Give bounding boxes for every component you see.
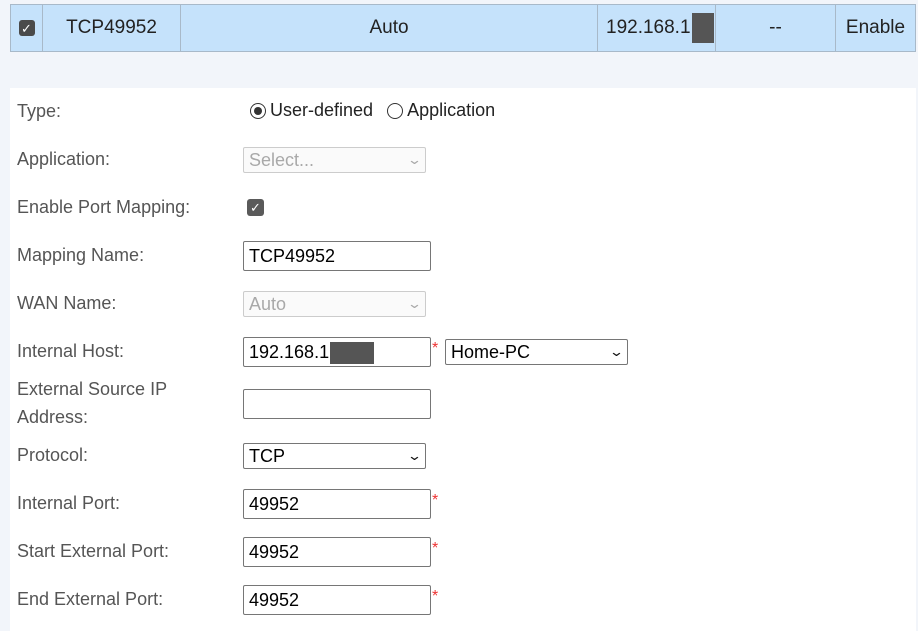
internal-host-input[interactable]: 192.168.1 (243, 337, 431, 367)
row-status: Enable (845, 17, 906, 38)
type-user-defined-radio[interactable] (250, 102, 266, 119)
protocol-label: Protocol: (17, 445, 89, 465)
check-icon: ✓ (250, 199, 261, 215)
chevron-down-icon: ⌄ (406, 448, 423, 463)
row-select-checkbox[interactable]: ✓ (18, 20, 35, 36)
required-mark: * (432, 492, 439, 509)
type-label: Type: (17, 101, 62, 121)
mapping-name-label: Mapping Name: (17, 245, 145, 265)
end-external-port-input[interactable]: 49952 (243, 585, 431, 615)
start-external-port-label: Start External Port: (17, 541, 170, 561)
application-label: Application: (17, 149, 111, 169)
type-radio-group: User-defined Application (250, 100, 509, 121)
required-mark: * (432, 540, 439, 557)
redacted-block (691, 13, 714, 43)
type-application-radio[interactable] (387, 102, 404, 119)
type-application-label[interactable]: Application (407, 100, 495, 121)
internal-port-label: Internal Port: (17, 493, 121, 513)
external-source-ip-label: External Source IP Address: (17, 379, 168, 427)
chevron-down-icon: ⌄ (608, 344, 625, 359)
internal-port-input[interactable]: 49952 (243, 489, 431, 519)
end-external-port-label: End External Port: (17, 589, 164, 609)
wan-name-label: WAN Name: (17, 293, 117, 313)
mapping-name-input[interactable]: TCP49952 (243, 241, 431, 271)
row-select-cell[interactable]: ✓ (11, 5, 43, 51)
required-mark: * (432, 588, 439, 605)
row-external-source: -- (716, 5, 836, 51)
row-mapping-name: TCP49952 (43, 5, 181, 51)
required-mark: * (432, 340, 439, 357)
redacted-block (330, 342, 375, 365)
chevron-down-icon: ⌄ (406, 296, 423, 311)
internal-host-device-select[interactable]: Home-PC ⌄ (445, 339, 628, 365)
chevron-down-icon: ⌄ (406, 152, 423, 167)
enable-port-mapping-label: Enable Port Mapping: (17, 197, 191, 217)
wan-name-select[interactable]: Auto ⌄ (243, 291, 426, 317)
check-icon: ✓ (21, 20, 32, 36)
port-mapping-form: Type: User-defined Application Applicati… (10, 88, 916, 631)
row-internal-host: 192.168.1. (598, 5, 716, 51)
enable-port-mapping-checkbox[interactable]: ✓ (247, 199, 264, 216)
internal-host-label: Internal Host: (17, 341, 125, 361)
type-user-defined-label[interactable]: User-defined (270, 100, 373, 121)
application-select[interactable]: Select... ⌄ (243, 147, 426, 173)
external-source-ip-input[interactable] (243, 389, 431, 419)
start-external-port-input[interactable]: 49952 (243, 537, 431, 567)
row-wan-name: Auto (181, 5, 598, 51)
port-mapping-table-row[interactable]: ✓ TCP49952 Auto 192.168.1. -- Enable (10, 4, 916, 52)
protocol-select[interactable]: TCP ⌄ (243, 443, 426, 469)
